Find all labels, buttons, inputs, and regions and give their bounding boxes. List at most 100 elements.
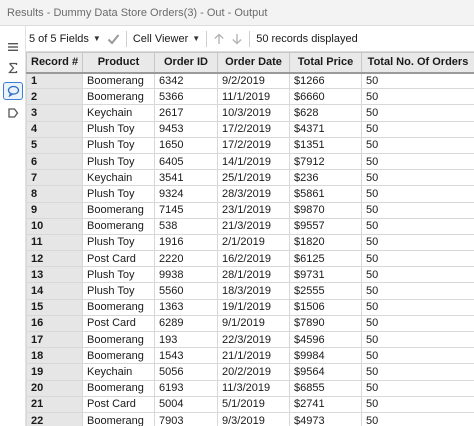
total-orders-cell[interactable]: 50: [361, 217, 474, 235]
product-cell[interactable]: Plush Toy: [82, 282, 155, 300]
total-price-cell[interactable]: $6855: [289, 379, 362, 397]
total-price-cell[interactable]: $4371: [289, 120, 362, 138]
order-id-cell[interactable]: 1363: [154, 298, 218, 316]
cell-viewer-selector[interactable]: Cell Viewer ▼: [130, 28, 203, 50]
total-price-cell[interactable]: $1351: [289, 136, 362, 154]
record-number-cell[interactable]: 22: [26, 411, 83, 426]
order-date-cell[interactable]: 14/1/2019: [217, 152, 290, 171]
record-number-cell[interactable]: 13: [26, 266, 83, 284]
product-cell[interactable]: Boomerang: [82, 411, 155, 426]
total-orders-cell[interactable]: 50: [361, 411, 474, 426]
total-price-cell[interactable]: $5861: [289, 185, 362, 203]
product-cell[interactable]: Keychain: [82, 104, 155, 122]
table-row[interactable]: 21 Post Card 5004 5/1/2019 $2741 50: [26, 395, 474, 413]
total-orders-cell[interactable]: 50: [361, 395, 474, 413]
total-orders-cell[interactable]: 50: [361, 120, 474, 138]
order-date-cell[interactable]: 9/2/2019: [217, 71, 290, 90]
product-cell[interactable]: Post Card: [82, 250, 155, 268]
order-id-cell[interactable]: 538: [154, 217, 218, 235]
record-number-cell[interactable]: 20: [26, 379, 83, 397]
order-id-cell[interactable]: 5366: [154, 88, 218, 106]
total-orders-cell[interactable]: 50: [361, 347, 474, 365]
product-cell[interactable]: Boomerang: [82, 379, 155, 397]
column-header-total-price[interactable]: Total Price: [289, 52, 362, 74]
order-date-cell[interactable]: 21/1/2019: [217, 347, 290, 365]
total-price-cell[interactable]: $1820: [289, 233, 362, 252]
column-header-product[interactable]: Product: [82, 52, 155, 74]
total-orders-cell[interactable]: 50: [361, 282, 474, 300]
total-price-cell[interactable]: $2741: [289, 395, 362, 413]
total-orders-cell[interactable]: 50: [361, 314, 474, 333]
record-number-cell[interactable]: 4: [26, 120, 83, 138]
total-orders-cell[interactable]: 50: [361, 88, 474, 106]
order-date-cell[interactable]: 19/1/2019: [217, 298, 290, 316]
table-row[interactable]: 20 Boomerang 6193 11/3/2019 $6855 50: [26, 379, 474, 397]
product-cell[interactable]: Boomerang: [82, 217, 155, 235]
apply-button[interactable]: [104, 28, 123, 50]
product-cell[interactable]: Post Card: [82, 314, 155, 333]
order-date-cell[interactable]: 25/1/2019: [217, 169, 290, 187]
total-price-cell[interactable]: $1266: [289, 71, 362, 90]
order-date-cell[interactable]: 5/1/2019: [217, 395, 290, 413]
scroll-down-button[interactable]: [228, 28, 246, 50]
record-number-cell[interactable]: 15: [26, 298, 83, 316]
list-icon[interactable]: [3, 38, 23, 56]
order-id-cell[interactable]: 5560: [154, 282, 218, 300]
product-cell[interactable]: Plush Toy: [82, 266, 155, 284]
record-number-cell[interactable]: 6: [26, 152, 83, 171]
column-header-order-id[interactable]: Order ID: [154, 52, 218, 74]
order-date-cell[interactable]: 28/1/2019: [217, 266, 290, 284]
table-row[interactable]: 3 Keychain 2617 10/3/2019 $628 50: [26, 104, 474, 122]
total-orders-cell[interactable]: 50: [361, 201, 474, 219]
order-id-cell[interactable]: 9453: [154, 120, 218, 138]
product-cell[interactable]: Boomerang: [82, 88, 155, 106]
total-price-cell[interactable]: $2555: [289, 282, 362, 300]
product-cell[interactable]: Boomerang: [82, 71, 155, 90]
record-number-cell[interactable]: 2: [26, 88, 83, 106]
product-cell[interactable]: Plush Toy: [82, 233, 155, 252]
order-date-cell[interactable]: 17/2/2019: [217, 136, 290, 154]
order-id-cell[interactable]: 9324: [154, 185, 218, 203]
product-cell[interactable]: Plush Toy: [82, 136, 155, 154]
sigma-icon[interactable]: [3, 59, 23, 77]
order-date-cell[interactable]: 18/3/2019: [217, 282, 290, 300]
table-row[interactable]: 17 Boomerang 193 22/3/2019 $4596 50: [26, 330, 474, 349]
record-number-cell[interactable]: 9: [26, 201, 83, 219]
record-number-cell[interactable]: 18: [26, 347, 83, 365]
product-cell[interactable]: Plush Toy: [82, 120, 155, 138]
order-id-cell[interactable]: 6405: [154, 152, 218, 171]
table-row[interactable]: 14 Plush Toy 5560 18/3/2019 $2555 50: [26, 282, 474, 300]
total-price-cell[interactable]: $9564: [289, 363, 362, 381]
order-date-cell[interactable]: 9/1/2019: [217, 314, 290, 333]
speech-bubble-icon[interactable]: [3, 82, 23, 100]
column-header-total-orders[interactable]: Total No. Of Orders: [361, 52, 474, 74]
order-date-cell[interactable]: 11/3/2019: [217, 379, 290, 397]
product-cell[interactable]: Boomerang: [82, 347, 155, 365]
record-number-cell[interactable]: 14: [26, 282, 83, 300]
order-id-cell[interactable]: 6342: [154, 71, 218, 90]
total-price-cell[interactable]: $236: [289, 169, 362, 187]
order-id-cell[interactable]: 1650: [154, 136, 218, 154]
order-id-cell[interactable]: 3541: [154, 169, 218, 187]
product-cell[interactable]: Plush Toy: [82, 152, 155, 171]
record-number-cell[interactable]: 19: [26, 363, 83, 381]
order-date-cell[interactable]: 23/1/2019: [217, 201, 290, 219]
total-orders-cell[interactable]: 50: [361, 250, 474, 268]
total-orders-cell[interactable]: 50: [361, 152, 474, 171]
table-row[interactable]: 13 Plush Toy 9938 28/1/2019 $9731 50: [26, 266, 474, 284]
order-id-cell[interactable]: 1543: [154, 347, 218, 365]
product-cell[interactable]: Boomerang: [82, 298, 155, 316]
table-row[interactable]: 16 Post Card 6289 9/1/2019 $7890 50: [26, 314, 474, 333]
total-orders-cell[interactable]: 50: [361, 169, 474, 187]
table-row[interactable]: 2 Boomerang 5366 11/1/2019 $6660 50: [26, 88, 474, 106]
total-price-cell[interactable]: $7890: [289, 314, 362, 333]
order-date-cell[interactable]: 16/2/2019: [217, 250, 290, 268]
table-row[interactable]: 10 Boomerang 538 21/3/2019 $9557 50: [26, 217, 474, 235]
order-id-cell[interactable]: 6193: [154, 379, 218, 397]
scroll-up-button[interactable]: [210, 28, 228, 50]
total-price-cell[interactable]: $9870: [289, 201, 362, 219]
record-number-cell[interactable]: 11: [26, 233, 83, 252]
total-price-cell[interactable]: $4973: [289, 411, 362, 426]
order-date-cell[interactable]: 17/2/2019: [217, 120, 290, 138]
total-price-cell[interactable]: $9731: [289, 266, 362, 284]
